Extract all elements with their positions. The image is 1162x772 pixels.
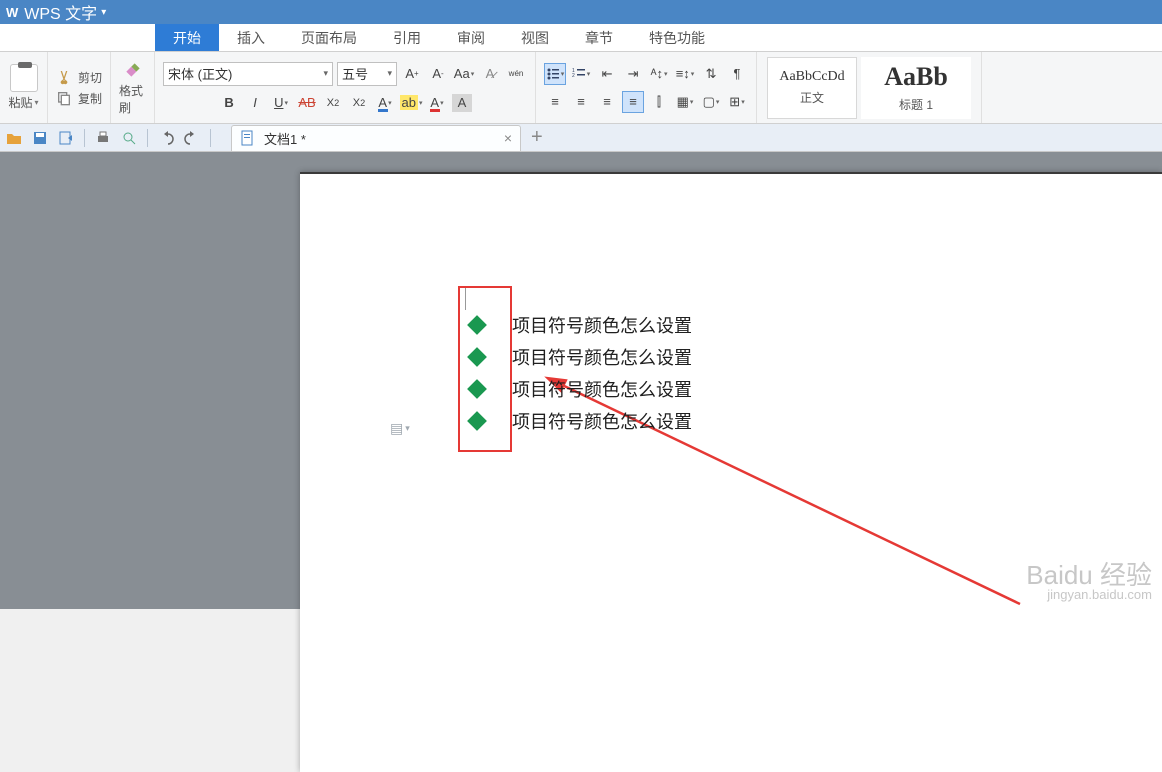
strikethrough-button[interactable]: AB (296, 92, 318, 114)
text-effects-button[interactable]: A▾ (374, 92, 396, 114)
tab-view[interactable]: 视图 (503, 24, 567, 51)
chevron-down-icon: ▾ (35, 98, 39, 107)
align-justify-button[interactable]: ≡ (622, 91, 644, 113)
document-tabs: 文档1 * × + (231, 124, 543, 151)
svg-text:2: 2 (572, 73, 575, 79)
tab-chapter[interactable]: 章节 (567, 24, 631, 51)
bold-button[interactable]: B (218, 92, 240, 114)
bullet-icon (467, 315, 487, 335)
sort-button[interactable]: ⇅ (700, 63, 722, 85)
bullet-icon (467, 347, 487, 367)
align-center-button[interactable]: ≡ (570, 91, 592, 113)
app-logo-text: W (6, 5, 18, 20)
tab-insert[interactable]: 插入 (219, 24, 283, 51)
bullet-icon (467, 379, 487, 399)
show-marks-button[interactable]: ¶ (726, 63, 748, 85)
page-annotation-icon[interactable]: ▤ ▾ (390, 420, 410, 437)
bullets-icon (546, 67, 560, 81)
add-tab-button[interactable]: + (531, 126, 543, 149)
font-size-combo[interactable]: 五号▾ (337, 62, 397, 86)
doc-icon (240, 130, 256, 146)
list-item[interactable]: 项目符号颜色怎么设置 (470, 341, 692, 373)
subscript-button[interactable]: X2 (348, 92, 370, 114)
menu-bar: 开始 插入 页面布局 引用 审阅 视图 章节 特色功能 (0, 24, 1162, 52)
doc-tab-active[interactable]: 文档1 * × (231, 125, 521, 151)
shading-button[interactable]: ▦▾ (674, 91, 696, 113)
quick-access-bar: 文档1 * × + (0, 124, 1162, 152)
watermark: Baidu 经验 jingyan.baidu.com (1026, 562, 1152, 601)
undo-button[interactable] (158, 130, 174, 146)
numbering-button[interactable]: 12▾ (570, 63, 592, 85)
font-name-combo[interactable]: 宋体 (正文)▾ (163, 62, 333, 86)
doc-tab-title: 文档1 * (264, 129, 306, 148)
paragraph-group: ▾ 12▾ ⇤ ⇥ ᴬ↕▾ ≡↕▾ ⇅ ¶ ≡ ≡ ≡ ≡ ⫿ ▦▾ ▢▾ ⊞▾ (536, 52, 757, 123)
borders-button[interactable]: ▢▾ (700, 91, 722, 113)
font-color-button[interactable]: A▾ (426, 92, 448, 114)
paste-group[interactable]: 粘贴▾ (0, 52, 48, 123)
align-right-button[interactable]: ≡ (596, 91, 618, 113)
copy-icon (56, 90, 72, 106)
print-preview-button[interactable] (121, 130, 137, 146)
font-group: 宋体 (正文)▾ 五号▾ A+ A- Aa▾ A̷ wén B I U▾ AB … (155, 52, 536, 123)
underline-button[interactable]: U▾ (270, 92, 292, 114)
style-normal[interactable]: AaBbCcDd 正文 (767, 57, 857, 119)
increase-indent-button[interactable]: ⇥ (622, 63, 644, 85)
close-icon[interactable]: × (504, 130, 512, 146)
tab-page-layout[interactable]: 页面布局 (283, 24, 375, 51)
clear-format-button[interactable]: A̷ (479, 63, 501, 85)
bullet-icon (467, 411, 487, 431)
ribbon: 粘贴▾ 剪切 复制 格式刷 宋体 (正文)▾ 五号▾ A+ A- Aa▾ A̷ … (0, 52, 1162, 124)
shading-a-button[interactable]: A (452, 94, 472, 112)
open-button[interactable] (6, 130, 22, 146)
app-title-bar: W WPS 文字 ▾ (0, 0, 1162, 24)
paste-label: 粘贴 (8, 94, 32, 111)
cut-button[interactable]: 剪切 (56, 69, 102, 86)
redo-button[interactable] (184, 130, 200, 146)
tab-start[interactable]: 开始 (155, 24, 219, 51)
text-direction-button[interactable]: ᴬ↕▾ (648, 63, 670, 85)
superscript-button[interactable]: X2 (322, 92, 344, 114)
numbering-icon: 12 (572, 67, 586, 81)
list-item[interactable]: 项目符号颜色怎么设置 (470, 405, 692, 437)
list-item[interactable]: 项目符号颜色怎么设置 (470, 373, 692, 405)
workspace: ▤ ▾ 项目符号颜色怎么设置 项目符号颜色怎么设置 项目符号颜色怎么设置 项目符… (0, 152, 1162, 609)
app-name: WPS 文字 (24, 0, 97, 24)
italic-button[interactable]: I (244, 92, 266, 114)
highlight-button[interactable]: ab▾ (400, 92, 422, 114)
brush-icon (123, 60, 143, 80)
change-case-button[interactable]: Aa▾ (453, 63, 475, 85)
style-heading1[interactable]: AaBb 标题 1 (861, 57, 971, 119)
tab-features[interactable]: 特色功能 (631, 24, 723, 51)
tab-references[interactable]: 引用 (375, 24, 439, 51)
format-painter-group[interactable]: 格式刷 (111, 52, 155, 123)
export-button[interactable] (58, 130, 74, 146)
grow-font-button[interactable]: A+ (401, 63, 423, 85)
list-item[interactable]: 项目符号颜色怎么设置 (470, 309, 692, 341)
clipboard-group: 剪切 复制 (48, 52, 111, 123)
format-painter-label: 格式刷 (119, 82, 146, 116)
paste-icon (10, 64, 38, 92)
document-page[interactable]: ▤ ▾ 项目符号颜色怎么设置 项目符号颜色怎么设置 项目符号颜色怎么设置 项目符… (300, 172, 1162, 772)
copy-button[interactable]: 复制 (56, 90, 102, 107)
decrease-indent-button[interactable]: ⇤ (596, 63, 618, 85)
tabs-button[interactable]: ⊞▾ (726, 91, 748, 113)
line-spacing-button[interactable]: ≡↕▾ (674, 63, 696, 85)
distribute-button[interactable]: ⫿ (648, 91, 670, 113)
print-button[interactable] (95, 130, 111, 146)
align-left-button[interactable]: ≡ (544, 91, 566, 113)
tab-review[interactable]: 审阅 (439, 24, 503, 51)
bullets-button[interactable]: ▾ (544, 63, 566, 85)
phonetic-guide-button[interactable]: wén (505, 63, 527, 85)
shrink-font-button[interactable]: A- (427, 63, 449, 85)
styles-group: AaBbCcDd 正文 AaBb 标题 1 (757, 52, 982, 123)
save-button[interactable] (32, 130, 48, 146)
app-dropdown-icon[interactable]: ▾ (101, 7, 106, 18)
scissors-icon (56, 69, 72, 85)
page-content: 项目符号颜色怎么设置 项目符号颜色怎么设置 项目符号颜色怎么设置 项目符号颜色怎… (470, 309, 692, 437)
